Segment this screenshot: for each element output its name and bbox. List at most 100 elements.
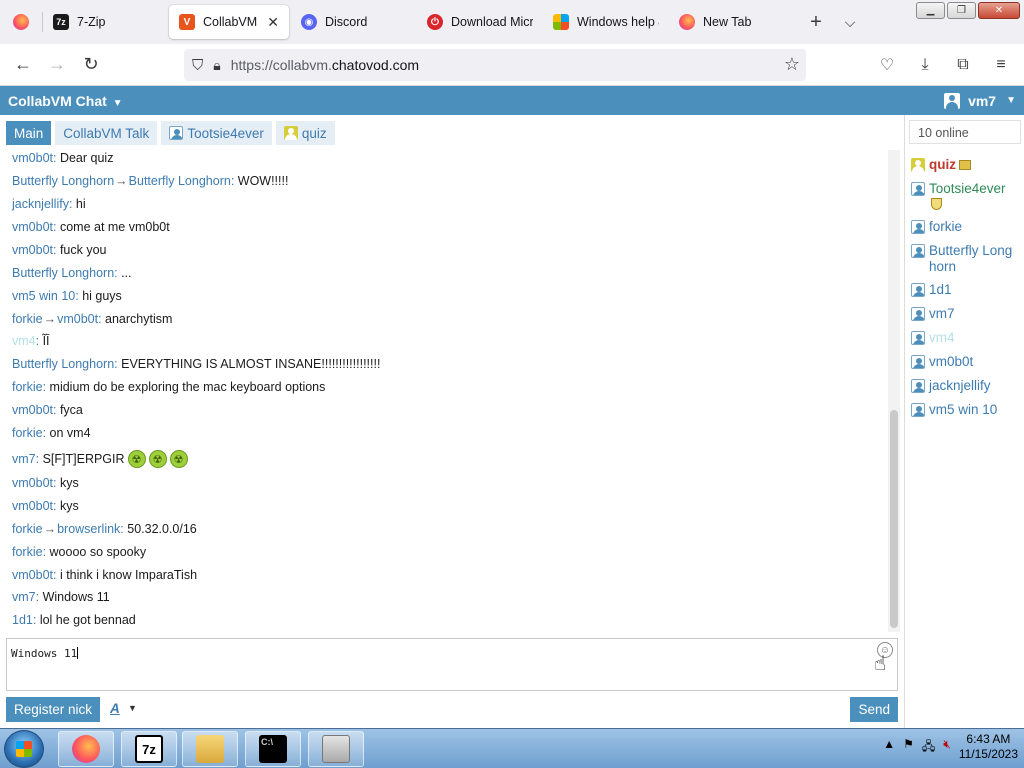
tab-tootsie4ever[interactable]: Tootsie4ever — [161, 121, 272, 145]
chat-header: CollabVM Chat ▼ vm7 ▼ — [0, 86, 1024, 115]
private-message-arrow: → — [43, 522, 57, 536]
user-list-item[interactable]: 1d1 — [911, 282, 1019, 298]
user-list-item[interactable]: vm5 win 10 — [911, 402, 1019, 418]
chat-message: vm0b0t: fyca — [12, 402, 83, 418]
message-nick[interactable]: 1d1 — [12, 613, 33, 627]
message-nick[interactable]: forkie — [12, 426, 43, 440]
menu-icon[interactable]: ≡ — [984, 48, 1018, 82]
url-bar[interactable]: ⛉ 🔒︎ https://collabvm.chatovod.com ☆ — [184, 49, 806, 81]
tab-main[interactable]: Main — [6, 121, 52, 145]
message-nick[interactable]: vm5 win 10 — [12, 289, 75, 303]
taskbar-installer[interactable] — [308, 731, 364, 767]
forward-icon[interactable]: → — [40, 48, 74, 82]
tab-quiz[interactable]: quiz — [275, 121, 335, 145]
message-nick[interactable]: forkie — [12, 522, 43, 536]
message-scrollbar[interactable] — [888, 150, 900, 632]
message-nick[interactable]: vm0b0t — [12, 499, 53, 513]
user-list-item[interactable]: vm0b0t — [911, 354, 1019, 370]
message-nick[interactable]: vm0b0t — [12, 220, 53, 234]
message-nick[interactable]: vm0b0t — [12, 568, 53, 582]
text-cursor — [77, 647, 79, 659]
message-nick[interactable]: vm7 — [12, 590, 36, 604]
user-list-item[interactable]: Tootsie4ever — [911, 181, 1019, 210]
user-list-item[interactable]: quiz — [911, 157, 1019, 173]
tab-label: 7-Zip — [77, 15, 106, 29]
user-list-item[interactable]: vm4 — [911, 330, 1019, 346]
message-nick[interactable]: vm0b0t — [12, 243, 53, 257]
message-nick[interactable]: vm7 — [12, 452, 36, 466]
register-nick-button[interactable]: Register nick — [6, 697, 101, 722]
extensions-icon[interactable]: ⧉ — [946, 48, 980, 82]
chat-message: forkie→vm0b0t: anarchytism — [12, 311, 172, 327]
tab-discord[interactable]: ◉ Discord — [291, 4, 417, 40]
start-button[interactable] — [4, 730, 44, 768]
show-hidden-icons-icon[interactable]: ▲ — [883, 737, 895, 758]
tab-windows-help[interactable]: Windows help & — [543, 4, 669, 40]
message-nick[interactable]: forkie — [12, 312, 43, 326]
close-tab-icon[interactable]: ✕ — [267, 14, 279, 31]
taskbar-command-prompt[interactable]: C:\ — [245, 731, 301, 767]
message-text: hi guys — [82, 289, 122, 303]
new-tab-button[interactable]: + — [799, 5, 833, 39]
user-list-item[interactable]: jacknjellify — [911, 378, 1019, 394]
nick-separator: : — [35, 452, 43, 466]
message-nick[interactable]: vm0b0t — [12, 403, 53, 417]
pocket-icon[interactable]: ♡ — [870, 48, 904, 82]
message-nick[interactable]: forkie — [12, 380, 43, 394]
flag-icon[interactable]: ⚑ — [903, 737, 914, 758]
message-recipient[interactable]: vm0b0t — [57, 312, 98, 326]
message-recipient[interactable]: Butterfly Longhorn — [129, 174, 231, 188]
user-icon — [283, 126, 298, 140]
tab-7zip[interactable]: 7z 7-Zip — [43, 4, 167, 40]
clock[interactable]: 6:43 AM 11/15/2023 — [959, 732, 1018, 762]
send-button[interactable]: Send — [850, 697, 898, 722]
reload-icon[interactable]: ↻ — [74, 48, 108, 82]
current-user-menu[interactable]: vm7 ▼ — [944, 92, 1016, 109]
user-list-item[interactable]: vm7 — [911, 306, 1019, 322]
downloads-icon[interactable]: ⤓ — [908, 48, 942, 82]
font-style-button[interactable]: A — [110, 701, 120, 716]
volume-muted-icon[interactable]: 🔇︎ — [943, 737, 951, 758]
user-name: forkie — [929, 219, 1019, 235]
tab-firefox-view[interactable] — [0, 4, 42, 40]
tab-new-tab[interactable]: New Tab — [669, 4, 789, 40]
tab-collabvm-talk[interactable]: CollabVM Talk — [55, 121, 158, 145]
back-icon[interactable]: ← — [6, 48, 40, 82]
toolbar-right: ♡ ⤓ ⧉ ≡ — [870, 48, 1018, 82]
tab-label: Tootsie4ever — [187, 125, 264, 141]
chat-title-menu[interactable]: CollabVM Chat ▼ — [8, 93, 123, 109]
user-icon — [911, 244, 925, 258]
message-input[interactable]: Windows 11 — [6, 638, 898, 691]
radioactive-emoji-icon — [169, 450, 188, 468]
taskbar-explorer[interactable] — [182, 731, 238, 767]
minimize-button[interactable]: ▁ — [916, 2, 945, 19]
message-recipient[interactable]: browserlink — [57, 522, 120, 536]
tab-download-microsoft[interactable]: ⏻ Download Micr — [417, 4, 543, 40]
user-list-item[interactable]: forkie — [911, 219, 1019, 235]
chevron-down-icon[interactable]: ▼ — [128, 703, 137, 713]
bookmark-star-icon[interactable]: ☆ — [784, 54, 800, 75]
message-text: S[F]T]ERPGIR — [42, 452, 125, 466]
message-nick[interactable]: vm0b0t — [12, 476, 53, 490]
message-nick[interactable]: Butterfly Longhorn — [12, 357, 114, 371]
tab-collabvm-chat[interactable]: V CollabVM Ch ✕ — [169, 5, 289, 39]
message-nick[interactable]: forkie — [12, 545, 43, 559]
message-nick[interactable]: vm4 — [12, 334, 36, 348]
list-all-tabs-button[interactable]: ⌵ — [833, 5, 867, 39]
scrollbar-thumb[interactable] — [890, 410, 898, 628]
taskbar-7zip[interactable]: 7z — [121, 731, 177, 767]
lock-icon[interactable]: 🔒︎ — [213, 57, 220, 74]
maximize-button[interactable]: ❐ — [947, 2, 976, 19]
message-nick[interactable]: jacknjellify — [12, 197, 69, 211]
taskbar-firefox[interactable] — [58, 731, 114, 767]
message-nick[interactable]: Butterfly Longhorn — [12, 266, 114, 280]
user-list-item[interactable]: Butterfly Longhorn — [911, 243, 1019, 275]
chat-message: Butterfly Longhorn: ... — [12, 265, 132, 281]
close-window-button[interactable]: ✕ — [978, 2, 1020, 19]
crown-icon — [959, 160, 971, 170]
network-icon[interactable]: 🖧︎ — [922, 737, 935, 758]
shield-icon[interactable]: ⛉ — [192, 57, 203, 74]
message-nick[interactable]: Butterfly Longhorn — [12, 174, 114, 188]
message-nick[interactable]: vm0b0t — [12, 151, 53, 165]
online-count: 10 online — [909, 120, 1021, 144]
